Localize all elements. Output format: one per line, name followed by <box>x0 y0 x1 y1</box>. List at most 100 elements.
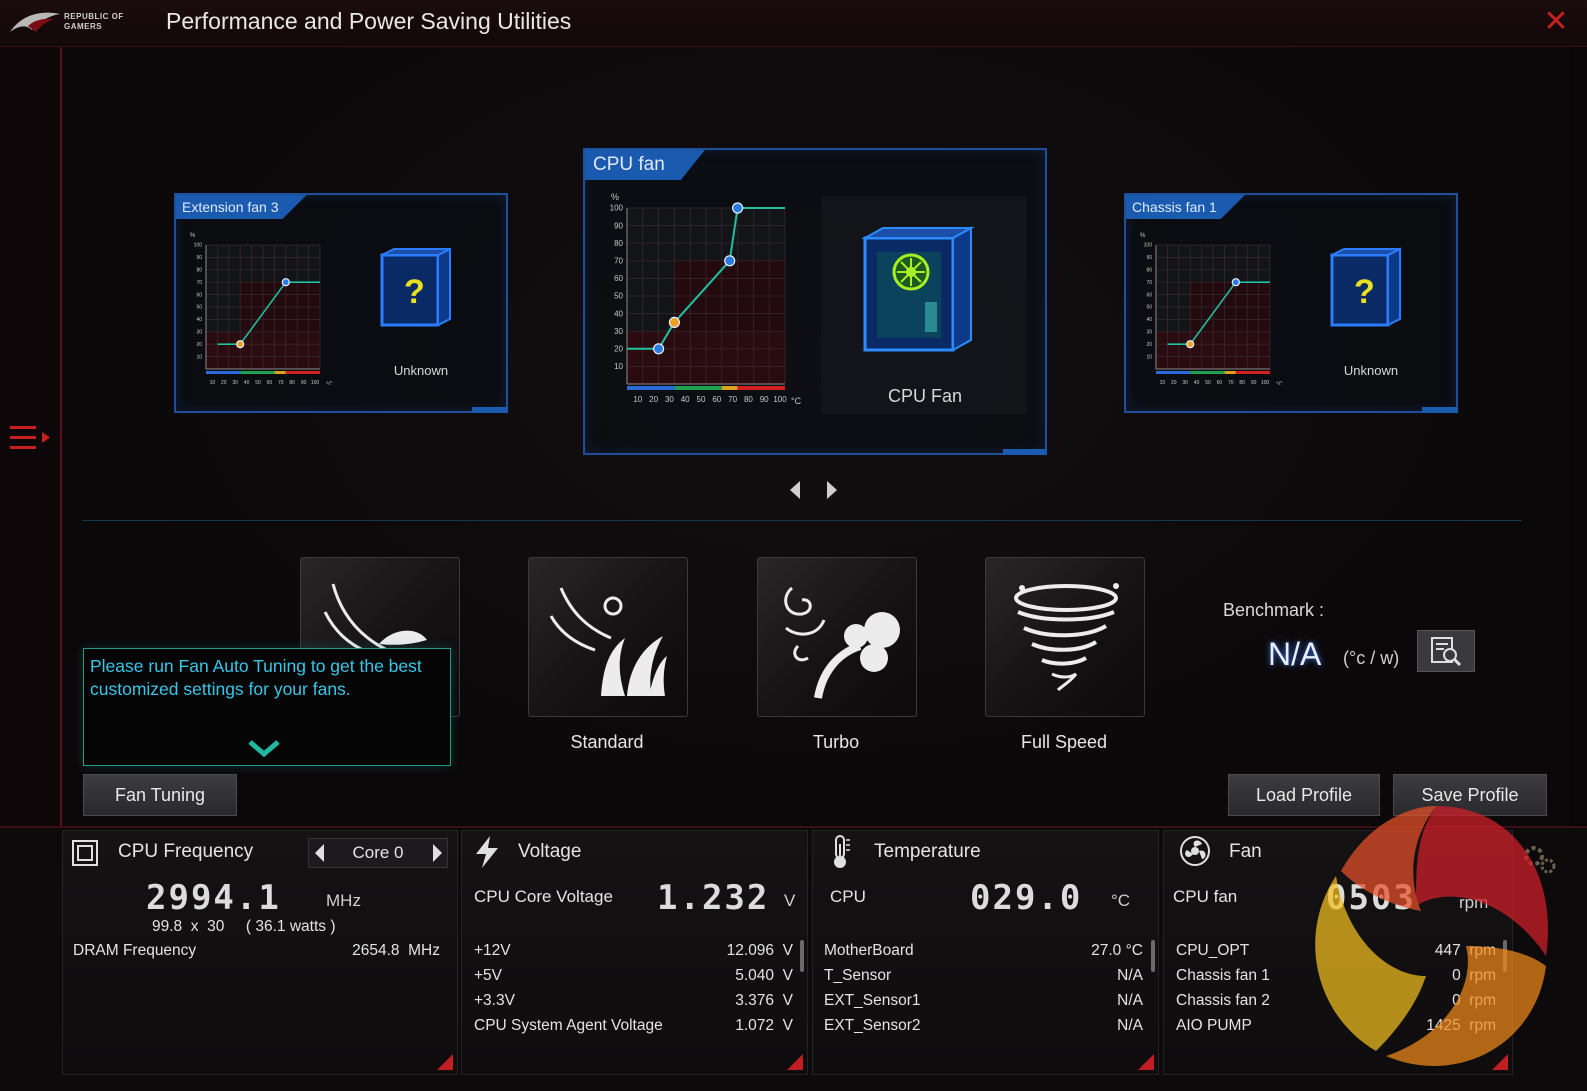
temperature-scrollbar[interactable] <box>1151 940 1155 972</box>
app-title: Performance and Power Saving Utilities <box>166 8 572 34</box>
thermometer-icon <box>834 835 850 868</box>
unknown-mark: ? <box>404 273 425 311</box>
temperature-row-label: EXT_Sensor2 <box>824 1017 921 1034</box>
carousel-next-icon[interactable] <box>827 481 837 499</box>
fan-row-label: CPU_OPT <box>1176 942 1250 959</box>
fan-card-caption: Unknown <box>1343 363 1399 378</box>
fan-row-value: 1425 rpm <box>1426 1017 1496 1034</box>
unknown-case-icon: ? <box>380 247 451 327</box>
chart-x-tick-label: 30 <box>665 395 674 404</box>
turbo-mode-icon <box>784 586 900 699</box>
fan-curve-point <box>652 343 665 355</box>
chart-x-tick-label: 100 <box>311 380 320 385</box>
fan-curve-point <box>281 278 290 287</box>
mode-standard-tile[interactable] <box>528 557 688 717</box>
fan-card-extension-fan-3[interactable]: Extension fan 3 100 90 80 70 60 50 40 30 20 10 10 2… <box>174 193 508 413</box>
chart-x-tick-label: 50 <box>1205 380 1211 385</box>
cpu-core-voltage-value: 1.232 <box>657 878 770 918</box>
chevron-down-icon[interactable] <box>248 738 280 758</box>
chart-temp-strip <box>1156 371 1191 374</box>
mode-turbo-tile[interactable] <box>757 557 917 717</box>
chart-x-tick-label: 60 <box>267 380 273 385</box>
fan-row-value: 0 rpm <box>1452 967 1496 984</box>
chart-y-tick-label: 60 <box>1146 292 1152 298</box>
load-profile-button[interactable]: Load Profile <box>1228 774 1380 816</box>
benchmark-label: Benchmark : <box>1223 600 1325 620</box>
chart-x-tick-label: 40 <box>681 395 690 404</box>
close-icon[interactable]: ✕ <box>1540 6 1572 38</box>
core-next-icon[interactable] <box>433 844 442 862</box>
panel-corner-marker[interactable] <box>1492 1054 1508 1070</box>
cpu-fan-speed-unit: rpm <box>1459 893 1489 912</box>
mode-full-speed-tile[interactable] <box>985 557 1145 717</box>
fan-curve-point <box>1186 340 1195 349</box>
chart-x-tick-label: 60 <box>1217 380 1223 385</box>
panel-corner-marker[interactable] <box>1138 1054 1154 1070</box>
full-speed-mode-icon <box>1014 583 1119 692</box>
chart-x-tick-label: 80 <box>744 395 753 404</box>
chart-x-tick-label: 70 <box>1228 380 1234 385</box>
fan-curve-chart-center[interactable]: 100 90 80 70 60 50 40 30 20 10 10 20 30 40 50 60 70 80 90 1… <box>593 190 813 420</box>
chart-y-tick-label: 10 <box>614 362 623 371</box>
fan-card-cpu-fan[interactable]: CPU fan 100 90 80 70 60 50 40 30 20 10 10 20 30 40 50 6… <box>583 148 1047 455</box>
voltage-row-label: +3.3V <box>474 992 515 1009</box>
dram-frequency-value: 2654.8 MHz <box>352 942 440 959</box>
temperature-row-value: N/A <box>1117 992 1143 1009</box>
chart-y-tick-label: 60 <box>614 274 623 283</box>
chart-x-tick-label: 10 <box>1160 380 1166 385</box>
core-selector-value: Core 0 <box>352 843 404 862</box>
chart-x-tick-label: 50 <box>697 395 706 404</box>
mode-label-full-speed: Full Speed <box>1020 732 1108 752</box>
fan-scrollbar[interactable] <box>1503 940 1507 972</box>
chart-x-tick-label: 100 <box>1261 380 1270 385</box>
benchmark-button[interactable] <box>1417 630 1475 672</box>
core-selector[interactable]: Core 0 <box>308 838 448 868</box>
chart-x-unit: °C <box>326 382 333 385</box>
cpu-chip-icon <box>72 840 98 866</box>
save-profile-button[interactable]: Save Profile <box>1393 774 1547 816</box>
fan-card-chassis-fan-1[interactable]: Chassis fan 1 100 90 80 70 60 50 40 30 20 10 10 20 3… <box>1124 193 1458 413</box>
fan-row-value: 447 rpm <box>1434 942 1496 959</box>
menu-expand-icon[interactable] <box>8 422 54 458</box>
fan-card-tab: Extension fan 3 <box>176 195 307 219</box>
chart-y-tick-label: 30 <box>196 329 202 335</box>
chart-x-tick-label: 50 <box>255 380 261 385</box>
chart-x-tick-label: 70 <box>728 395 737 404</box>
chart-y-tick-label: 70 <box>196 280 202 286</box>
voltage-scrollbar[interactable] <box>800 940 804 972</box>
chart-x-tick-label: 30 <box>232 380 238 385</box>
chart-y-tick-label: 90 <box>1146 255 1152 261</box>
fan-curve-chart-left[interactable]: 100 90 80 70 60 50 40 30 20 10 10 20 30 40 50 60 70 80 90 1… <box>182 225 352 385</box>
chart-x-tick-label: 10 <box>210 380 216 385</box>
fan-tuning-button[interactable]: Fan Tuning <box>83 774 237 816</box>
fan-card-caption: Unknown <box>393 363 449 378</box>
panel-corner-marker[interactable] <box>787 1054 803 1070</box>
voltage-row-label: CPU System Agent Voltage <box>474 1017 663 1034</box>
chart-x-tick-label: 20 <box>649 395 658 404</box>
fan-row-label: AIO PUMP <box>1176 1017 1252 1034</box>
chart-x-tick-label: 100 <box>773 395 787 404</box>
temperature-row-label: T_Sensor <box>824 967 892 984</box>
panel-corner-marker[interactable] <box>437 1054 453 1070</box>
unknown-mark: ? <box>1354 273 1375 311</box>
cpu-temp-value: 029.0 <box>970 878 1083 918</box>
chart-x-unit: °C <box>1276 382 1283 385</box>
settings-gear-icon[interactable] <box>1520 842 1560 878</box>
chart-x-tick-label: 70 <box>278 380 284 385</box>
chart-y-tick-label: 10 <box>1146 354 1152 360</box>
chart-x-tick-label: 20 <box>1171 380 1177 385</box>
fan-curve-chart-right[interactable]: 100 90 80 70 60 50 40 30 20 10 10 20 30 40 50 60 70 80 90 1… <box>1132 225 1302 385</box>
voltage-row-value: 1.072 V <box>735 1017 793 1034</box>
temperature-row-value: N/A <box>1117 967 1143 984</box>
temperature-row-value: 27.0 °C <box>1091 942 1143 959</box>
carousel-prev-icon[interactable] <box>790 481 800 499</box>
chart-y-tick-label: 60 <box>196 292 202 298</box>
voltage-row-value: 12.096 V <box>726 942 793 959</box>
chart-temp-strip <box>737 386 785 390</box>
chart-y-tick-label: 90 <box>196 255 202 261</box>
core-prev-icon[interactable] <box>315 844 324 862</box>
chart-temp-strip <box>627 386 675 390</box>
cpu-core-voltage-label: CPU Core Voltage <box>474 887 613 906</box>
chart-x-tick-label: 40 <box>1194 380 1200 385</box>
chart-y-unit: % <box>1140 233 1146 239</box>
